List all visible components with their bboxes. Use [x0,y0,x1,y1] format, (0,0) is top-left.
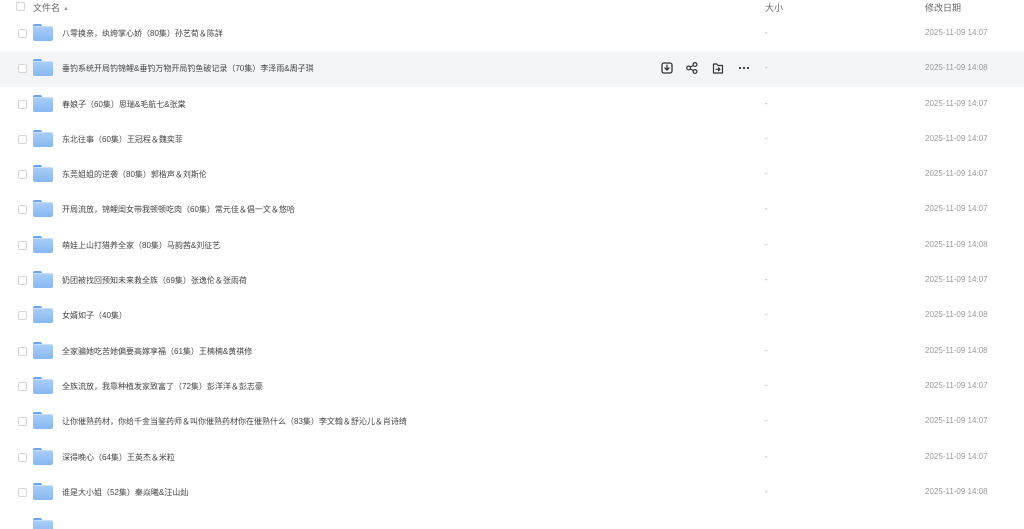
select-all-checkbox[interactable] [16,2,25,11]
folder-icon [33,165,53,183]
sort-icon[interactable]: ▲ [63,6,69,12]
column-header-name[interactable]: 文件名 ▲ [33,1,69,14]
folder-icon [33,129,53,147]
file-size: - [765,204,768,214]
row-checkbox[interactable] [18,64,27,74]
row-checkbox[interactable] [18,170,27,180]
row-checkbox[interactable] [18,29,27,38]
file-row[interactable]: 全家骗她吃苦她偏要高嫁享福（61集）王楠楠&黄祺修 - 2025-11-09 1… [0,334,1024,369]
file-row[interactable]: 垂钓系统开局钓锦鲤&垂钓万物开局钓鱼破记录（70集）李泽雨&周子琪 - 2025… [0,51,1024,87]
file-modified-date: 2025-11-09 14:08 [925,310,988,320]
file-size: - [765,275,768,285]
file-row[interactable]: 东北往事（60集）王冠程＆魏奕菲 - 2025-11-09 14:07 [0,122,1024,157]
file-name[interactable]: 谁是大小姐（52集）秦焱曦&汪山灿 [62,487,188,498]
file-row[interactable]: 女婿如子（40集） - 2025-11-09 14:08 [0,298,1024,333]
file-modified-date: 2025-11-09 14:08 [925,239,988,249]
file-modified-date: 2025-11-09 14:07 [925,98,988,108]
file-name[interactable]: 全族流放，我靠种植发家致富了（72集）彭洋洋＆彭志豪 [62,381,263,392]
file-row[interactable]: 八零换亲，纨绔掌心娇（80集）孙艺荀＆陈詳 - 2025-11-09 14:07 [0,16,1024,51]
row-checkbox[interactable] [18,99,27,109]
column-header-date[interactable]: 修改日期 [925,1,961,14]
file-size: - [765,345,768,355]
file-size: - [765,28,768,37]
file-modified-date: 2025-11-09 14:07 [925,28,988,37]
file-row[interactable]: 深得晚心（64集）王英杰＆米粒 - 2025-11-09 14:07 [0,440,1024,475]
more-icon[interactable] [737,61,751,75]
file-modified-date: 2025-11-09 14:07 [925,380,988,390]
file-modified-date: 2025-11-09 14:07 [925,169,988,179]
download-icon[interactable] [660,61,674,75]
file-modified-date: 2025-11-09 14:08 [925,345,988,355]
file-size: - [765,239,768,249]
move-icon[interactable] [711,61,725,75]
file-size: - [765,63,768,73]
folder-icon [33,341,53,359]
row-checkbox[interactable] [18,276,27,286]
file-size: - [765,416,768,426]
row-checkbox[interactable] [18,381,27,391]
folder-icon [33,412,53,430]
file-name[interactable]: 深得晚心（64集）王英杰＆米粒 [62,452,175,463]
file-name[interactable]: 全家骗她吃苦她偏要高嫁享福（61集）王楠楠&黄祺修 [62,346,252,357]
folder-icon [33,235,53,253]
row-checkbox[interactable] [18,417,27,427]
row-checkbox[interactable] [18,346,27,356]
file-row[interactable]: 奶团被找回预知未来救全族（69集）张逸伦＆张雨荷 - 2025-11-09 14… [0,263,1024,298]
file-size: - [765,451,768,461]
folder-icon [33,306,53,324]
file-name[interactable]: 东莞姐姐的逆袭（80集）郭楷声＆刘斯伦 [62,169,207,180]
file-row[interactable]: 全族流放，我靠种植发家致富了（72集）彭洋洋＆彭志豪 - 2025-11-09 … [0,369,1024,404]
file-row[interactable]: 东莞姐姐的逆袭（80集）郭楷声＆刘斯伦 - 2025-11-09 14:07 [0,157,1024,192]
folder-icon [33,271,53,289]
file-name[interactable]: 八零换亲，纨绔掌心娇（80集）孙艺荀＆陈詳 [62,28,223,39]
file-size: - [765,98,768,108]
file-list: 八零换亲，纨绔掌心娇（80集）孙艺荀＆陈詳 - 2025-11-09 14:07… [0,16,1024,510]
file-size: - [765,169,768,179]
file-name[interactable]: 让你催熟药材，你给千金当鉴药师＆叫你催熟药材你在催熟什么（83集）李文翰＆舒沁儿… [62,416,407,427]
file-size: - [765,380,768,390]
file-list-header: 文件名 ▲ 大小 修改日期 [0,0,1024,14]
file-name[interactable]: 女婿如子（40集） [62,310,127,321]
file-name[interactable]: 东北往事（60集）王冠程＆魏奕菲 [62,134,183,145]
folder-icon [33,24,53,41]
file-modified-date: 2025-11-09 14:07 [925,275,988,285]
folder-icon [33,376,53,394]
row-checkbox[interactable] [18,134,27,144]
file-list-page: 文件名 ▲ 大小 修改日期 八零换亲，纨绔掌心娇（80集）孙艺荀＆陈詳 - 202… [0,0,1024,529]
column-header-size[interactable]: 大小 [765,1,783,14]
row-checkbox[interactable] [18,452,27,462]
folder-icon [33,518,53,529]
file-modified-date: 2025-11-09 14:07 [925,451,988,461]
folder-icon [33,200,53,218]
file-name[interactable]: 开局流放，锦鲤闺女带我顿顿吃肉（60集）常元佳＆倡一文＆悠哈 [62,204,295,215]
row-checkbox[interactable] [18,487,27,497]
file-name[interactable]: 春娘子（60集）思瑞&毛航七&张棠 [62,99,186,110]
folder-icon [33,94,53,112]
file-modified-date: 2025-11-09 14:08 [925,486,988,496]
folder-icon [33,482,53,500]
column-header-name-label: 文件名 [33,3,61,13]
file-size: - [765,310,768,320]
file-row[interactable]: 谁是大小姐（52集）秦焱曦&汪山灿 - 2025-11-09 14:08 [0,475,1024,510]
row-checkbox[interactable] [18,205,27,215]
file-name[interactable]: 垂钓系统开局钓锦鲤&垂钓万物开局钓鱼破记录（70集）李泽雨&周子琪 [62,63,314,74]
file-size: - [765,133,768,143]
folder-icon [33,59,53,77]
folder-icon [33,447,53,465]
file-modified-date: 2025-11-09 14:08 [925,63,988,73]
file-modified-date: 2025-11-09 14:07 [925,133,988,143]
file-row[interactable]: 萌娃上山打猎养全家（80集）马韵茜&刘征艺 - 2025-11-09 14:08 [0,228,1024,263]
file-row[interactable]: 开局流放，锦鲤闺女带我顿顿吃肉（60集）常元佳＆倡一文＆悠哈 - 2025-11… [0,192,1024,227]
file-row[interactable]: 春娘子（60集）思瑞&毛航七&张棠 - 2025-11-09 14:07 [0,87,1024,122]
file-name[interactable]: 奶团被找回预知未来救全族（69集）张逸伦＆张雨荷 [62,275,247,286]
file-size: - [765,486,768,496]
share-icon[interactable] [685,61,699,75]
file-row[interactable]: 让你催熟药材，你给千金当鉴药师＆叫你催熟药材你在催熟什么（83集）李文翰＆舒沁儿… [0,404,1024,439]
file-name[interactable]: 萌娃上山打猎养全家（80集）马韵茜&刘征艺 [62,240,220,251]
row-checkbox[interactable] [18,240,27,250]
file-modified-date: 2025-11-09 14:07 [925,204,988,214]
row-checkbox[interactable] [18,311,27,321]
file-modified-date: 2025-11-09 14:07 [925,416,988,426]
